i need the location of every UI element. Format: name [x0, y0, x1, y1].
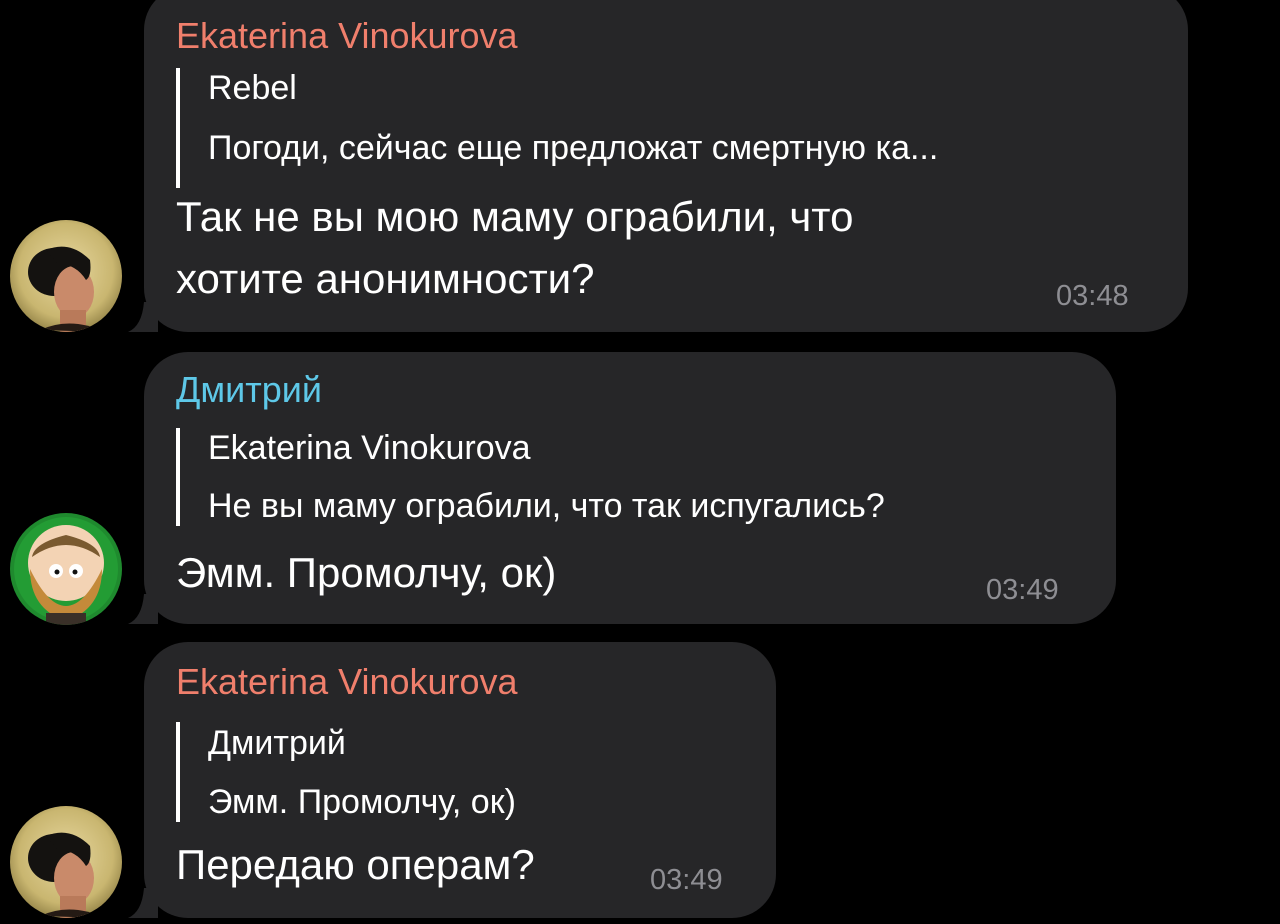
message-line: Так не вы мою маму ограбили, что	[176, 193, 854, 240]
message-text: Так не вы мою маму ограбили, что хотите …	[176, 186, 853, 310]
reply-author: Ekaterina Vinokurova	[208, 429, 531, 467]
bubble-tail	[128, 302, 158, 332]
message-timestamp: 03:49	[986, 574, 1059, 606]
reply-quote[interactable]: Rebel Погоди, сейчас еще предложат смерт…	[176, 68, 938, 188]
woman-portrait-avatar[interactable]	[10, 220, 122, 332]
cartoon-man-avatar[interactable]	[10, 513, 122, 625]
reply-snippet: Не вы маму ограбили, что так испугались?	[208, 487, 885, 525]
reply-author: Дмитрий	[208, 724, 346, 762]
message-timestamp: 03:48	[1056, 280, 1129, 312]
message-text: Передаю операм?	[176, 834, 535, 896]
message-text: Эмм. Промолчу, ок)	[176, 542, 556, 604]
message-bubble[interactable]: Дмитрий Ekaterina Vinokurova Не вы маму …	[144, 352, 1116, 624]
message-line: хотите анонимности?	[176, 255, 595, 302]
reply-snippet: Эмм. Промолчу, ок)	[208, 783, 516, 821]
message-bubble[interactable]: Ekaterina Vinokurova Дмитрий Эмм. Промол…	[144, 642, 776, 918]
woman-portrait-avatar[interactable]	[10, 806, 122, 918]
message-timestamp: 03:49	[650, 864, 723, 896]
reply-author: Rebel	[208, 69, 297, 107]
message-bubble[interactable]: Ekaterina Vinokurova Rebel Погоди, сейча…	[144, 0, 1188, 332]
reply-quote[interactable]: Дмитрий Эмм. Промолчу, ок)	[176, 722, 516, 822]
reply-snippet: Погоди, сейчас еще предложат смертную ка…	[208, 129, 939, 167]
sender-name[interactable]: Ekaterina Vinokurova	[176, 660, 518, 704]
sender-name[interactable]: Ekaterina Vinokurova	[176, 14, 518, 58]
bubble-tail	[128, 594, 158, 624]
sender-name[interactable]: Дмитрий	[176, 368, 322, 412]
message-line: Передаю операм?	[176, 841, 535, 888]
bubble-tail	[128, 888, 158, 918]
reply-quote[interactable]: Ekaterina Vinokurova Не вы маму ограбили…	[176, 428, 885, 526]
message-line: Эмм. Промолчу, ок)	[176, 549, 557, 596]
